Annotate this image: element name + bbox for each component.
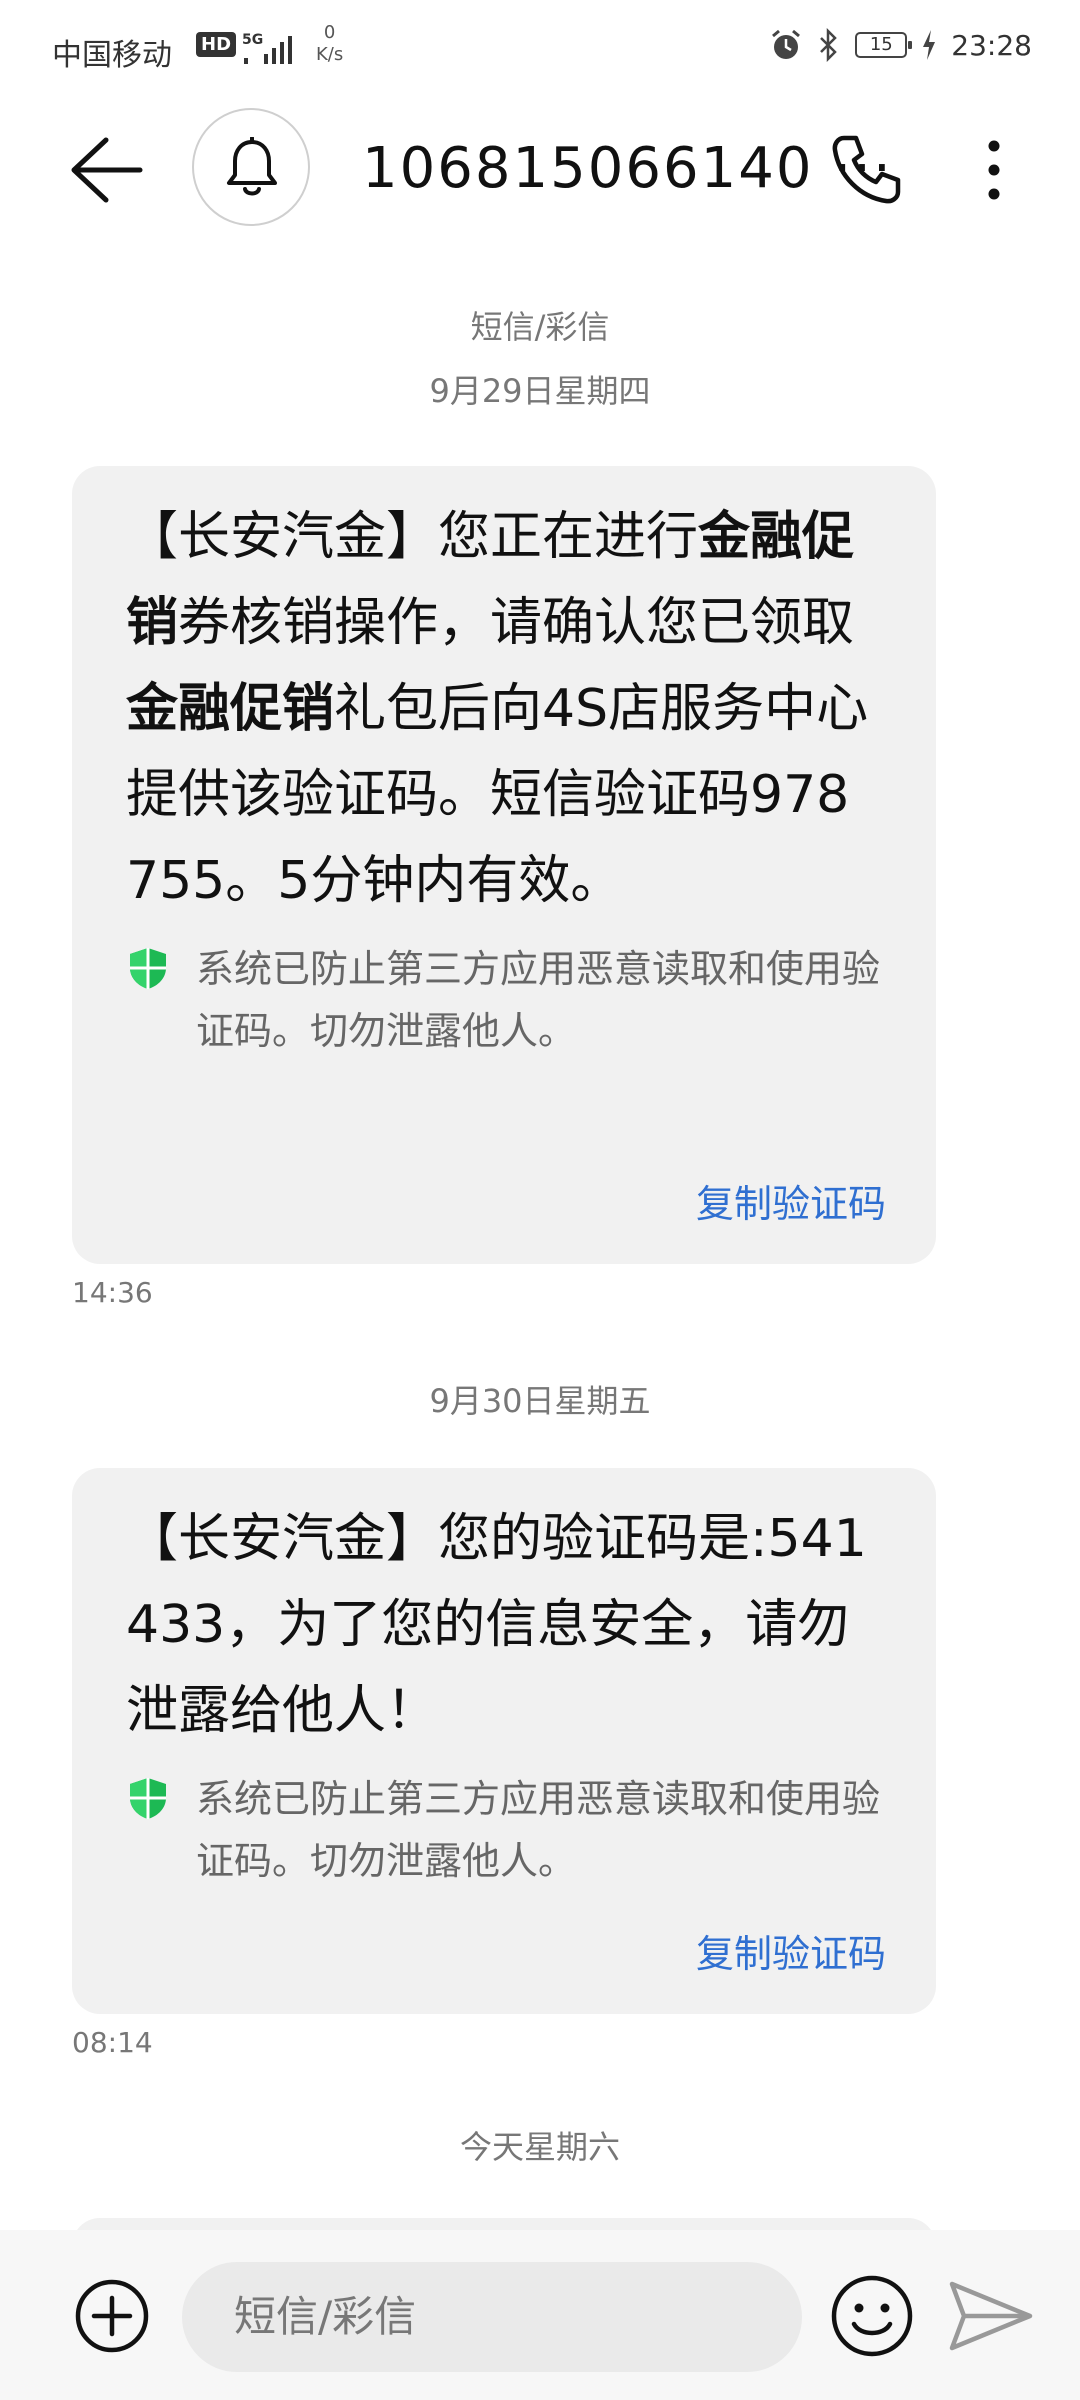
date-separator: 9月29日星期四: [429, 372, 651, 410]
network-speed: 0 K/s: [316, 22, 344, 65]
copy-code-button[interactable]: 复制验证码: [696, 1173, 886, 1228]
charging-icon: [923, 30, 936, 60]
hd-badge: HD: [196, 32, 237, 57]
notification-button[interactable]: [192, 108, 310, 226]
emoji-icon[interactable]: [828, 2272, 916, 2360]
message-time: 08:14: [72, 2026, 153, 2059]
send-icon[interactable]: [946, 2276, 1036, 2356]
more-options-icon[interactable]: [974, 130, 1014, 210]
message-bubble[interactable]: 【长安汽金】您正在进行金融促销券核销操作，请确认您已领取金融促销礼包后向4S店服…: [72, 466, 936, 1264]
carrier-name: 中国移动: [52, 38, 172, 73]
message-text: 【长安汽金】您的验证码是:541433，为了您的信息安全，请勿泄露给他人！: [126, 1509, 867, 1741]
thread-type-label: 短信/彩信: [470, 308, 610, 346]
message-input[interactable]: [182, 2262, 802, 2372]
svg-text:5G: 5G: [242, 32, 263, 48]
date-separator: 今天星期六: [459, 2128, 620, 2166]
bell-icon: [227, 137, 277, 196]
shield-icon: [130, 1778, 166, 1819]
status-right: 15 23:28: [769, 28, 1032, 62]
security-note: 系统已防止第三方应用恶意读取和使用验证码。切勿泄露他人。: [126, 1768, 882, 1892]
message-thread[interactable]: 短信/彩信 9月29日星期四 【长安汽金】您正在进行金融促销券核销操作，请确认您…: [0, 240, 1080, 2230]
message-time: 14:36: [72, 1276, 153, 1309]
back-arrow-icon[interactable]: [66, 134, 146, 206]
contact-title[interactable]: 106815066140 ···: [362, 136, 893, 201]
add-attachment-icon[interactable]: [72, 2276, 152, 2356]
compose-bar: [0, 2230, 1080, 2400]
message-bubble[interactable]: [72, 2218, 936, 2230]
signal-5g-icon: 5G: [242, 32, 292, 64]
conversation-header: 106815066140 ···: [0, 100, 1080, 240]
message-text: 【长安汽金】您正在进行金融促销券核销操作，请确认您已领取金融促销礼包后向4S店服…: [126, 507, 869, 911]
phone-icon[interactable]: [826, 130, 906, 210]
shield-icon: [130, 948, 166, 989]
security-note: 系统已防止第三方应用恶意读取和使用验证码。切勿泄露他人。: [126, 938, 882, 1062]
status-bar: 中国移动 HD 5G 0 K/s 15 23:28: [0, 0, 1080, 100]
date-separator: 9月30日星期五: [429, 1382, 651, 1420]
alarm-icon: [772, 29, 801, 59]
battery-indicator: 15: [855, 32, 913, 58]
bluetooth-icon: [820, 28, 838, 62]
copy-code-button[interactable]: 复制验证码: [696, 1923, 886, 1978]
clock: 23:28: [951, 28, 1032, 62]
message-bubble[interactable]: 【长安汽金】您的验证码是:541433，为了您的信息安全，请勿泄露给他人！ 系统…: [72, 1468, 936, 2014]
